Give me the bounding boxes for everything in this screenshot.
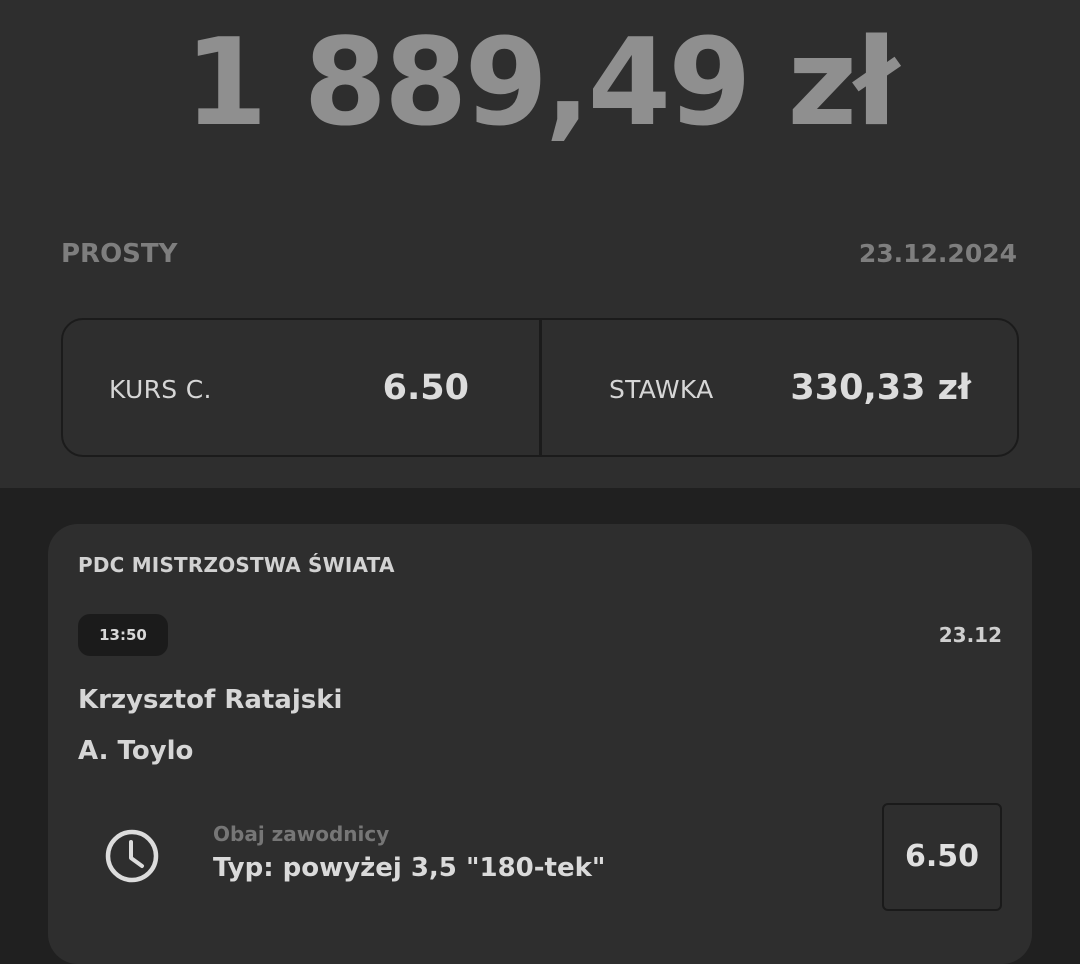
stake-value: 330,33 zł [790,368,971,408]
player-away: A. Toylo [78,736,194,766]
player-home: Krzysztof Ratajski [78,685,343,715]
potential-payout: 1 889,49 zł [184,14,899,153]
bet-stats-box: KURS C. 6.50 STAWKA 330,33 zł [61,318,1019,457]
event-card: PDC MISTRZOSTWA ŚWIATA 13:50 23.12 Krzys… [48,524,1032,964]
total-odds-label: KURS C. [109,375,212,404]
bet-summary-panel: 1 889,49 zł PROSTY 23.12.2024 KURS C. 6.… [0,0,1080,488]
event-time-badge: 13:50 [78,614,168,656]
market-name: Obaj zawodnicy [213,822,390,846]
clock-icon [105,829,159,883]
bet-type-label: PROSTY [61,239,178,269]
bet-date: 23.12.2024 [858,239,1017,268]
total-odds-value: 6.50 [382,368,469,408]
selection-odds: 6.50 [882,803,1002,911]
selection-text: Typ: powyżej 3,5 "180-tek" [213,853,606,883]
league-name: PDC MISTRZOSTWA ŚWIATA [78,553,395,577]
stake-label: STAWKA [609,375,714,404]
stats-divider [539,320,542,455]
event-date: 23.12 [938,623,1002,647]
